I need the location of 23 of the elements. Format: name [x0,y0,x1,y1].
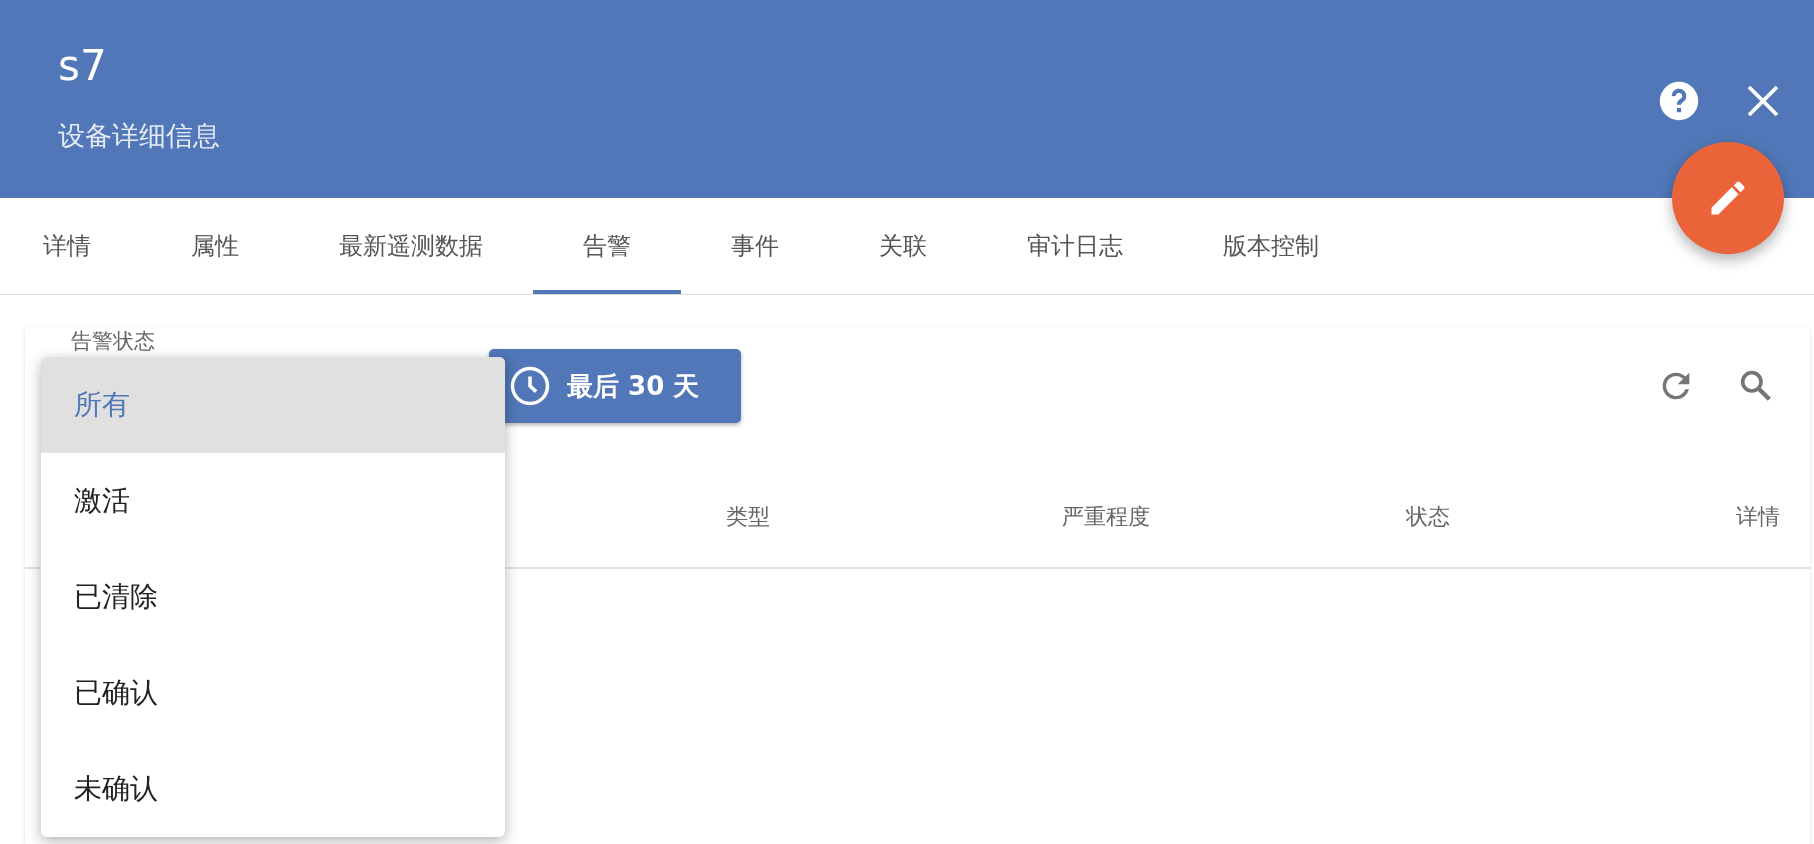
tab[interactable]: 版本控制 [1173,202,1369,294]
tab[interactable]: 属性 [141,202,289,294]
menu-option[interactable]: 激活 [41,453,505,549]
clock-icon [509,365,551,407]
time-range-button[interactable]: 最后 30 天 [489,349,741,423]
filter-label: 告警状态 [71,329,155,353]
device-title: s7 [58,42,108,90]
tab[interactable]: 审计日志 [977,202,1173,294]
column-header: 严重程度 [1061,503,1150,531]
menu-option[interactable]: 未确认 [41,741,505,837]
menu-option[interactable]: 已清除 [41,549,505,645]
edit-button[interactable] [1672,142,1784,254]
tab[interactable]: 关联 [829,202,977,294]
tab[interactable]: 详情 [0,202,141,294]
menu-option[interactable]: 已确认 [41,645,505,741]
tab[interactable]: 事件 [681,202,829,294]
column-header: 类型 [725,503,770,531]
help-icon[interactable] [1658,80,1700,122]
column-header: 状态 [1405,503,1450,531]
column-header: 详情 [1735,503,1780,531]
tab[interactable]: 最新遥测数据 [289,202,533,294]
tab[interactable]: 告警 [533,202,681,294]
page-subtitle: 设备详细信息 [58,120,220,152]
